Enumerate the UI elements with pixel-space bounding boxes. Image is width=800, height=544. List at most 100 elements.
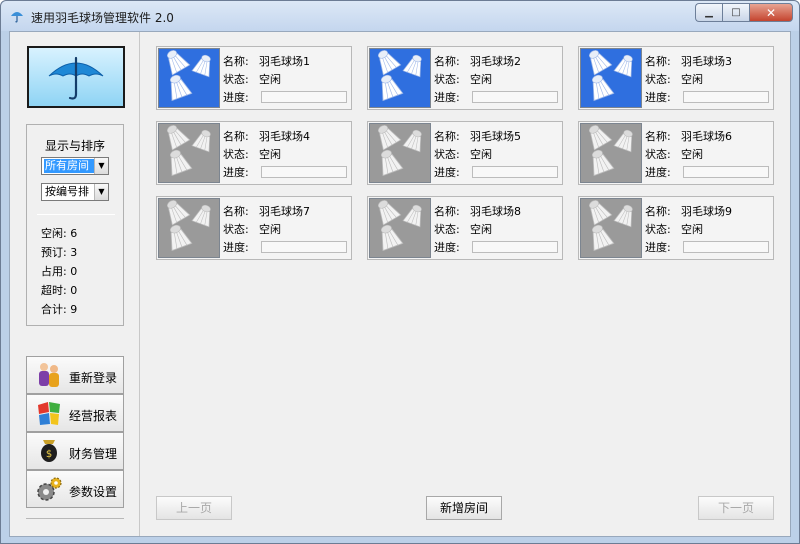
court-card[interactable]: 名称: 羽毛球场2 状态: 空闲 进度:: [367, 46, 563, 110]
umbrella-icon: [11, 12, 23, 23]
court-image[interactable]: [580, 123, 642, 183]
court-image[interactable]: [369, 198, 431, 258]
court-card[interactable]: 名称: 羽毛球场9 状态: 空闲 进度:: [578, 196, 774, 260]
court-progress-bar: [472, 241, 558, 253]
shuttlecock-icon: [589, 125, 633, 177]
relogin-button[interactable]: 重新登录: [26, 356, 124, 394]
court-progress-row: 进度:: [434, 91, 460, 104]
title-bar[interactable]: 速用羽毛球场管理软件 2.0 ▁ □ ✕: [1, 1, 799, 31]
court-status: 空闲: [681, 148, 703, 161]
court-status-row: 状态: 空闲: [434, 73, 492, 86]
minimize-button[interactable]: ▁: [695, 3, 722, 22]
court-name: 羽毛球场4: [259, 130, 310, 143]
display-sort-group: 显示与排序 所有房间 ▼ 按编号排 ▼ 空闲: 6 预订: 3 占用: 0 超时…: [26, 124, 124, 326]
court-name: 羽毛球场2: [470, 55, 521, 68]
court-name-row: 名称: 羽毛球场6: [645, 130, 732, 143]
court-name: 羽毛球场7: [259, 205, 310, 218]
court-card[interactable]: 名称: 羽毛球场3 状态: 空闲 进度:: [578, 46, 774, 110]
report-button[interactable]: 经营报表: [26, 394, 124, 432]
relogin-label: 重新登录: [69, 371, 118, 385]
users-icon: [39, 363, 59, 387]
court-name: 羽毛球场5: [470, 130, 521, 143]
close-button[interactable]: ✕: [749, 3, 793, 22]
court-progress-row: 进度:: [434, 241, 460, 254]
settings-button[interactable]: 参数设置: [26, 470, 124, 508]
court-image[interactable]: [369, 123, 431, 183]
court-progress-row: 进度:: [645, 166, 671, 179]
stat-free: 空闲: 6: [41, 227, 78, 240]
add-room-button[interactable]: 新增房间: [426, 496, 502, 520]
shuttlecock-icon: [589, 50, 633, 102]
finance-button[interactable]: $ 财务管理: [26, 432, 124, 470]
court-name-row: 名称: 羽毛球场1: [223, 55, 310, 68]
court-image[interactable]: [158, 123, 220, 183]
court-name-row: 名称: 羽毛球场7: [223, 205, 310, 218]
court-name: 羽毛球场6: [681, 130, 732, 143]
court-status: 空闲: [681, 223, 703, 236]
court-image[interactable]: [580, 198, 642, 258]
court-progress-row: 进度:: [645, 241, 671, 254]
next-page-button[interactable]: 下一页: [698, 496, 774, 520]
court-image[interactable]: [158, 48, 220, 108]
divider: [37, 214, 115, 215]
court-card[interactable]: 名称: 羽毛球场5 状态: 空闲 进度:: [367, 121, 563, 185]
court-name: 羽毛球场1: [259, 55, 310, 68]
court-grid: 名称: 羽毛球场1 状态: 空闲 进度: 名称: 羽毛球场2 状态: 空闲 进度…: [141, 32, 790, 536]
court-progress-bar: [472, 166, 558, 178]
gear-icon: [37, 477, 62, 501]
client-area: 显示与排序 所有房间 ▼ 按编号排 ▼ 空闲: 6 预订: 3 占用: 0 超时…: [9, 31, 791, 537]
umbrella-logo-icon: [48, 56, 104, 100]
court-status: 空闲: [259, 148, 281, 161]
court-progress-bar: [261, 166, 347, 178]
court-name-row: 名称: 羽毛球场9: [645, 205, 732, 218]
court-status-row: 状态: 空闲: [645, 223, 703, 236]
chevron-down-icon[interactable]: ▼: [94, 158, 108, 174]
court-progress-row: 进度:: [223, 166, 249, 179]
court-status-row: 状态: 空闲: [645, 73, 703, 86]
court-card[interactable]: 名称: 羽毛球场4 状态: 空闲 进度:: [156, 121, 352, 185]
stat-occupied: 占用: 0: [41, 265, 78, 278]
svg-text:$: $: [46, 449, 52, 460]
shuttlecock-icon: [378, 50, 422, 102]
sort-select[interactable]: 按编号排 ▼: [41, 183, 109, 201]
shuttlecock-icon: [589, 200, 633, 252]
court-status-row: 状态: 空闲: [645, 148, 703, 161]
court-image[interactable]: [580, 48, 642, 108]
court-progress-row: 进度:: [223, 241, 249, 254]
group-title: 显示与排序: [44, 139, 105, 153]
app-window: 速用羽毛球场管理软件 2.0 ▁ □ ✕ 显示与排序 所有房间 ▼ 按编号排 ▼…: [0, 0, 800, 544]
court-status-row: 状态: 空闲: [223, 148, 281, 161]
court-status-row: 状态: 空闲: [434, 223, 492, 236]
court-status-row: 状态: 空闲: [434, 148, 492, 161]
court-status-row: 状态: 空闲: [223, 223, 281, 236]
chevron-down-icon[interactable]: ▼: [94, 184, 108, 200]
court-name-row: 名称: 羽毛球场5: [434, 130, 521, 143]
prev-page-button[interactable]: 上一页: [156, 496, 232, 520]
court-status: 空闲: [470, 223, 492, 236]
filter-select[interactable]: 所有房间 ▼: [41, 157, 109, 175]
court-card[interactable]: 名称: 羽毛球场8 状态: 空闲 进度:: [367, 196, 563, 260]
court-card[interactable]: 名称: 羽毛球场6 状态: 空闲 进度:: [578, 121, 774, 185]
court-status: 空闲: [259, 223, 281, 236]
court-progress-bar: [683, 166, 769, 178]
stat-overtime: 超时: 0: [41, 284, 78, 297]
court-card[interactable]: 名称: 羽毛球场1 状态: 空闲 进度:: [156, 46, 352, 110]
shuttlecock-icon: [167, 50, 211, 102]
shuttlecock-icon: [167, 125, 211, 177]
finance-icon: $: [41, 440, 57, 462]
court-card[interactable]: 名称: 羽毛球场7 状态: 空闲 进度:: [156, 196, 352, 260]
court-name: 羽毛球场9: [681, 205, 732, 218]
sidebar: 显示与排序 所有房间 ▼ 按编号排 ▼ 空闲: 6 预订: 3 占用: 0 超时…: [10, 32, 140, 536]
window-title: 速用羽毛球场管理软件 2.0: [31, 11, 174, 25]
court-name-row: 名称: 羽毛球场3: [645, 55, 732, 68]
court-image[interactable]: [369, 48, 431, 108]
court-image[interactable]: [158, 198, 220, 258]
court-status: 空闲: [470, 148, 492, 161]
maximize-button[interactable]: □: [722, 3, 749, 22]
logo: [27, 46, 125, 108]
stat-total: 合计: 9: [41, 303, 78, 316]
court-name: 羽毛球场3: [681, 55, 732, 68]
caption-buttons: ▁ □ ✕: [695, 3, 793, 23]
court-status: 空闲: [259, 73, 281, 86]
court-progress-bar: [261, 91, 347, 103]
